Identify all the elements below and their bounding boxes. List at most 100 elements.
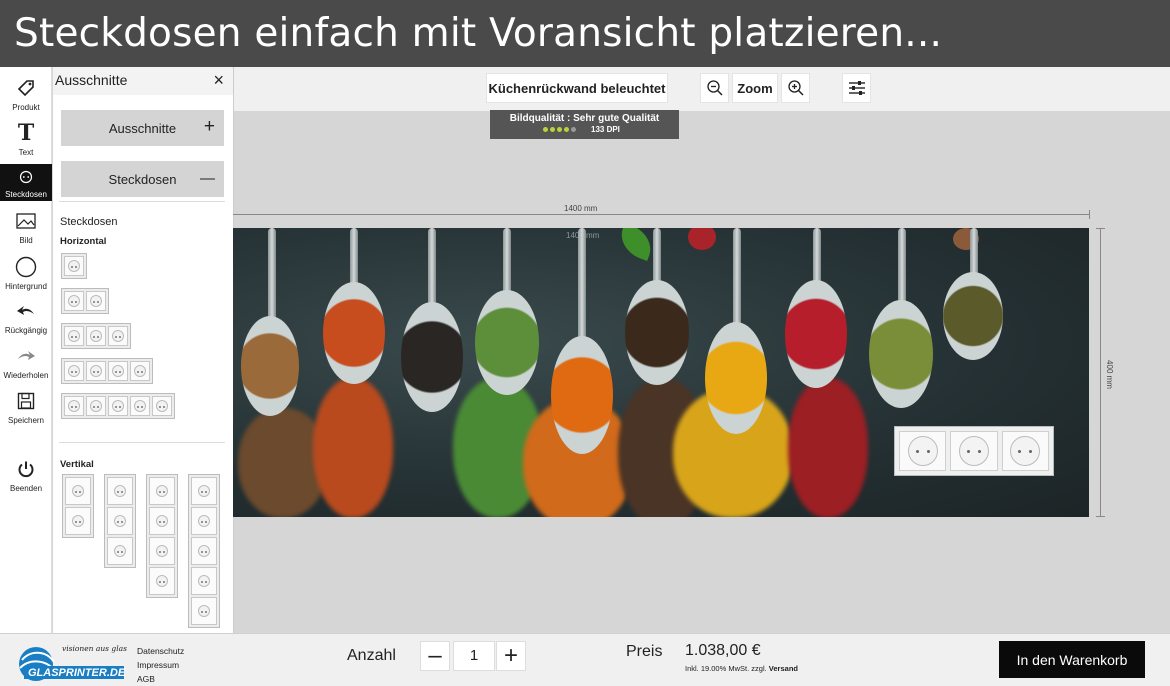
socket-thumb: [191, 477, 217, 505]
socket-icon: [198, 575, 210, 587]
circle-icon: [15, 251, 37, 282]
quality-dot: [564, 127, 569, 132]
socket-icon: [156, 485, 168, 497]
save-icon: [17, 385, 35, 416]
socket-thumb: [149, 477, 175, 505]
shipping-link[interactable]: Versand: [769, 664, 798, 673]
quantity-decrease-button[interactable]: –: [420, 641, 450, 671]
socket-icon: [90, 330, 102, 342]
socket-thumb: [65, 477, 91, 505]
herb-leaf: [615, 228, 657, 261]
quantity-input[interactable]: 1: [453, 641, 495, 671]
spoon: [475, 290, 539, 395]
panel-header: Ausschnitte ×: [53, 67, 233, 95]
product-title-button[interactable]: Küchenrückwand beleuchtet: [486, 73, 668, 103]
tool-bild[interactable]: Bild: [0, 205, 52, 247]
link-agb[interactable]: AGB: [137, 672, 184, 686]
height-dimension: 400 mm: [1104, 360, 1114, 389]
socket-thumb: [86, 361, 106, 381]
spoon: [323, 282, 385, 384]
socket-icon: [134, 400, 146, 412]
socket-icon: [198, 515, 210, 527]
horizontal-label: Horizontal: [60, 236, 107, 247]
accordion-ausschnitte[interactable]: Ausschnitte +: [61, 110, 224, 146]
vertical-socket-option[interactable]: [188, 474, 220, 628]
divider: [59, 201, 225, 202]
quantity-increase-button[interactable]: +: [496, 641, 526, 671]
footer-links: Datenschutz Impressum AGB: [137, 644, 184, 686]
tool-hintergrund[interactable]: Hintergrund: [0, 251, 52, 293]
quality-dot: [543, 127, 548, 132]
vertical-socket-option[interactable]: [62, 474, 94, 538]
spoon: [241, 316, 299, 416]
tool-speichern[interactable]: Speichern: [0, 385, 52, 427]
socket-thumb: [130, 361, 150, 381]
placed-socket-triple[interactable]: [894, 426, 1054, 476]
zoom-out-icon[interactable]: [700, 73, 729, 103]
redo-icon: [16, 340, 36, 371]
price-label: Preis: [626, 643, 663, 660]
vertical-socket-option[interactable]: [146, 474, 178, 598]
spoon-handle: [503, 228, 511, 298]
glasprinter-logo[interactable]: visionen aus glas GLASPRINTER.DE: [16, 642, 128, 682]
spoon-handle: [578, 228, 586, 343]
zoom-label: Zoom: [732, 73, 778, 103]
horizontal-socket-option[interactable]: [61, 393, 175, 419]
quantity-label: Anzahl: [347, 647, 396, 664]
horizontal-socket-option[interactable]: [61, 253, 87, 279]
socket-thumb: [107, 537, 133, 565]
socket-thumb: [108, 396, 128, 416]
zoom-in-icon[interactable]: [781, 73, 810, 103]
spoon: [869, 300, 933, 408]
socket-icon: [68, 295, 80, 307]
socket-thumb: [64, 361, 84, 381]
vertical-socket-option[interactable]: [104, 474, 136, 568]
spoon: [401, 302, 463, 412]
socket-thumb: [64, 256, 84, 276]
socket-icon: [156, 575, 168, 587]
socket-icon: [156, 515, 168, 527]
height-dimension-line: [1100, 228, 1101, 517]
socket-icon: [907, 436, 938, 466]
tool-label: Steckdosen: [5, 190, 47, 199]
price-value: 1.038,00 €: [685, 642, 761, 659]
image-quality-badge: Bildqualität : Sehr gute Qualität 133 DP…: [490, 110, 679, 139]
tool-beenden[interactable]: Beenden: [0, 453, 52, 495]
accordion-label: Steckdosen: [108, 171, 177, 187]
socket-thumb: [107, 507, 133, 535]
socket-icon: [1010, 436, 1041, 466]
tool-steckdosen[interactable]: Steckdosen: [0, 164, 52, 201]
link-impressum[interactable]: Impressum: [137, 658, 184, 672]
accordion-steckdosen[interactable]: Steckdosen —: [61, 161, 224, 197]
quality-dot: [557, 127, 562, 132]
dimension-tick: [1096, 228, 1105, 229]
horizontal-socket-option[interactable]: [61, 358, 153, 384]
socket-thumb: [108, 326, 128, 346]
spoon-handle: [898, 228, 906, 308]
minus-icon: —: [200, 170, 215, 187]
socket-icon: [72, 515, 84, 527]
tool-label: Produkt: [12, 103, 40, 112]
horizontal-socket-option[interactable]: [61, 288, 109, 314]
tool-text[interactable]: T Text: [0, 117, 52, 159]
promo-banner-title: Steckdosen einfach mit Voransicht platzi…: [0, 0, 1170, 67]
settings-sliders-icon[interactable]: [842, 73, 871, 103]
tool-label: Beenden: [9, 484, 43, 493]
socket-icon: [19, 164, 33, 190]
socket-thumb: [64, 291, 84, 311]
add-to-cart-button[interactable]: In den Warenkorb: [999, 641, 1145, 678]
tool-label: Speichern: [7, 416, 45, 425]
tool-wiederholen[interactable]: Wiederholen: [0, 340, 52, 382]
link-datenschutz[interactable]: Datenschutz: [137, 644, 184, 658]
horizontal-socket-option[interactable]: [61, 323, 131, 349]
plus-icon: +: [203, 116, 215, 137]
close-icon[interactable]: ×: [213, 71, 224, 89]
socket-icon: [114, 485, 126, 497]
spoon-handle: [733, 228, 741, 328]
tool-produkt[interactable]: Produkt: [0, 72, 52, 114]
power-icon: [17, 453, 35, 484]
socket-thumb: [191, 597, 217, 625]
canvas-watermark: 1400 mm: [566, 231, 600, 240]
tool-rueckgaengig[interactable]: Rückgängig: [0, 295, 52, 337]
spoon: [785, 280, 847, 388]
